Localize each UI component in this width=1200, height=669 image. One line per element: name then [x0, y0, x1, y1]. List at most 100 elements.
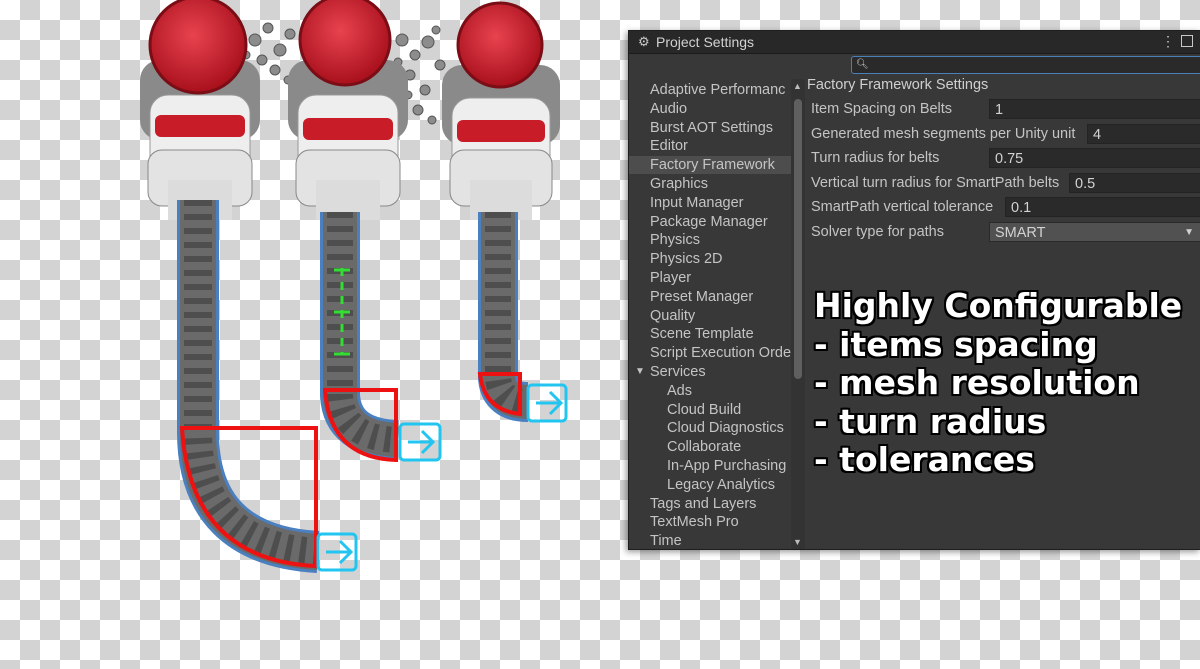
sidebar-item-label: Factory Framework: [650, 157, 775, 174]
sidebar-item-label: Editor: [650, 138, 688, 155]
scrollbar-thumb[interactable]: [794, 99, 802, 379]
machine-3: [442, 1, 560, 220]
sidebar-item-audio[interactable]: Audio: [629, 100, 791, 118]
feature-item: - tolerances: [814, 440, 1035, 479]
setting-value-field[interactable]: 0.5: [1069, 172, 1200, 193]
sidebar-item-label: Legacy Analytics: [667, 476, 776, 493]
window-title: Project Settings: [656, 34, 755, 50]
sidebar-item-label: Physics: [650, 232, 700, 249]
chevron-down-icon: ▼: [1184, 227, 1194, 238]
sidebar-item-input-manager[interactable]: Input Manager: [629, 194, 791, 212]
nav-scrollbar[interactable]: ▲ ▼: [791, 79, 805, 549]
setting-value-field[interactable]: 1: [989, 99, 1200, 119]
sidebar-item-physics[interactable]: Physics: [629, 231, 791, 249]
sidebar-item-label: Audio: [650, 100, 688, 117]
machine-1: [140, 0, 260, 220]
setting-label: Item Spacing on Belts: [811, 101, 953, 117]
sidebar-item-adaptive-performanc[interactable]: Adaptive Performanc: [629, 81, 791, 99]
setting-row: Vertical turn radius for SmartPath belts…: [811, 172, 1200, 195]
expand-arrow-icon[interactable]: ▼: [635, 363, 645, 381]
sidebar-item-label: Time: [650, 533, 682, 549]
setting-value-field[interactable]: 0.1: [1005, 197, 1200, 218]
sidebar-item-label: Physics 2D: [650, 251, 723, 268]
setting-row: Item Spacing on Belts 1: [811, 99, 1200, 121]
setting-label: Solver type for paths: [811, 224, 944, 240]
content-title: Factory Framework Settings: [807, 77, 989, 93]
feature-heading: Highly Configurable: [814, 286, 1183, 325]
settings-nav: Adaptive Performanc Audio Burst AOT Settin…: [629, 79, 805, 549]
setting-value: 0.75: [995, 151, 1024, 168]
sidebar-item-package-manager[interactable]: Package Manager: [629, 213, 791, 231]
sidebar-item-cloud-diagnostics[interactable]: Cloud Diagnostics: [629, 419, 791, 437]
search-icon: 🔍︎: [856, 59, 869, 70]
sidebar-item-label: Input Manager: [650, 194, 744, 211]
sidebar-item-label: Package Manager: [650, 213, 768, 230]
conveyor-belt-2: [320, 212, 400, 460]
machine-2: [288, 0, 408, 220]
setting-value: 1: [995, 102, 1004, 118]
sidebar-item-label: Preset Manager: [650, 288, 754, 305]
sidebar-item-label: Scene Template: [650, 326, 754, 343]
sidebar-item-burst-aot-settings[interactable]: Burst AOT Settings: [629, 119, 791, 137]
setting-label: Turn radius for belts: [811, 150, 940, 167]
sidebar-item-label: In-App Purchasing: [667, 458, 787, 474]
sidebar-item-label: Services: [650, 364, 706, 380]
sidebar-item-label: Script Execution Orde: [650, 345, 791, 362]
setting-label: Generated mesh segments per Unity unit: [811, 125, 1076, 142]
kebab-menu-icon[interactable]: ⋮: [1161, 33, 1175, 50]
setting-row: Solver type for paths SMART ▼: [811, 222, 1200, 244]
search-input[interactable]: [851, 56, 1200, 74]
sidebar-item-cloud-build[interactable]: Cloud Build: [629, 401, 791, 419]
sidebar-item-legacy-analytics[interactable]: Legacy Analytics: [629, 476, 791, 494]
sidebar-item-label: Burst AOT Settings: [650, 119, 774, 136]
sidebar-item-quality[interactable]: Quality: [629, 307, 791, 325]
setting-value: 0.5: [1075, 175, 1096, 192]
gear-icon: ⚙: [638, 34, 650, 49]
conveyor-belt-1: [177, 200, 320, 573]
scroll-up-icon[interactable]: ▲: [793, 81, 802, 91]
search-bar: 🔍︎: [629, 54, 1200, 76]
sidebar-item-tags-and-layers[interactable]: Tags and Layers: [629, 495, 791, 513]
sidebar-item-label: Quality: [650, 307, 696, 324]
belt-end-arrow-3: [526, 383, 568, 423]
sidebar-item-physics-2d[interactable]: Physics 2D: [629, 250, 791, 268]
feature-item: - items spacing: [814, 324, 1098, 364]
belt-end-arrow-2: [398, 422, 442, 462]
sidebar-item-ads[interactable]: Ads: [629, 382, 791, 400]
window-titlebar[interactable]: ⚙ Project Settings ⋮: [629, 31, 1200, 54]
sidebar-item-services[interactable]: Services ▼: [629, 363, 791, 381]
sidebar-item-time[interactable]: Time: [629, 532, 791, 549]
setting-value: 0.1: [1011, 200, 1032, 217]
sidebar-item-collaborate[interactable]: Collaborate: [629, 438, 791, 456]
setting-row: Turn radius for belts 0.75: [811, 148, 1200, 170]
sidebar-item-label: Ads: [667, 382, 692, 399]
sidebar-item-factory-framework[interactable]: Factory Framework: [629, 156, 791, 175]
sidebar-item-label: Cloud Diagnostics: [667, 420, 784, 437]
scroll-down-icon[interactable]: ▼: [793, 537, 802, 547]
sidebar-item-label: TextMesh Pro: [650, 514, 739, 531]
setting-label: SmartPath vertical tolerance: [811, 199, 994, 216]
sidebar-item-label: Collaborate: [667, 439, 742, 456]
sidebar-item-player[interactable]: Player: [629, 269, 791, 287]
feature-callout: Highly Configurable - items spacing - mesh…: [814, 286, 1183, 480]
sidebar-item-label: Graphics: [650, 176, 709, 192]
sidebar-item-label: Tags and Layers: [650, 495, 757, 512]
sidebar-item-textmesh-pro[interactable]: TextMesh Pro: [629, 513, 791, 531]
setting-value-field[interactable]: 0.75: [989, 148, 1200, 169]
feature-item: - mesh resolution: [814, 363, 1140, 402]
setting-value-field[interactable]: 4: [1087, 123, 1200, 144]
sidebar-item-graphics[interactable]: Graphics: [629, 175, 791, 193]
sidebar-item-script-execution-orde[interactable]: Script Execution Orde: [629, 344, 791, 362]
setting-row: SmartPath vertical tolerance 0.1: [811, 197, 1200, 219]
sidebar-item-label: Cloud Build: [667, 401, 742, 418]
sidebar-item-preset-manager[interactable]: Preset Manager: [629, 288, 791, 306]
belt-end-arrow-1: [316, 532, 358, 572]
setting-label: Vertical turn radius for SmartPath belts: [811, 174, 1060, 191]
sidebar-item-in-app-purchasing[interactable]: In-App Purchasing: [629, 457, 791, 475]
sidebar-item-editor[interactable]: Editor: [629, 137, 791, 155]
solver-type-dropdown[interactable]: SMART ▼: [989, 222, 1200, 242]
setting-value: SMART: [995, 225, 1046, 241]
sidebar-item-scene-template[interactable]: Scene Template: [629, 325, 791, 343]
setting-value: 4: [1093, 126, 1102, 143]
maximize-icon[interactable]: [1181, 35, 1193, 47]
